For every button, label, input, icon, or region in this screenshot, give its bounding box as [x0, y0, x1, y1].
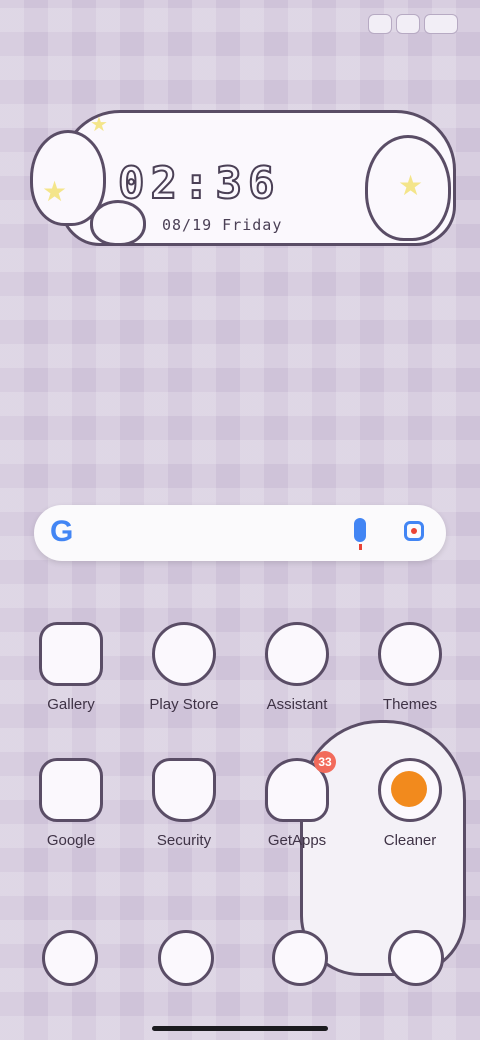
play-store-icon [152, 622, 216, 686]
clock-widget[interactable]: ★ ★ ★ 02:36 08/19 Friday [20, 80, 460, 250]
app-gallery[interactable]: Gallery [16, 622, 126, 713]
shield-lightning-icon [152, 758, 216, 822]
dock [30, 922, 450, 992]
mushroom-icon: 33 [265, 751, 336, 822]
app-label: Play Store [149, 696, 219, 713]
app-label: GetApps [267, 832, 327, 849]
google-lens-icon[interactable] [404, 521, 424, 541]
bunny-sticker-icon [368, 14, 392, 34]
app-label: Security [156, 832, 212, 849]
camera-bunny-icon[interactable] [388, 930, 444, 986]
status-bar-icons [368, 14, 458, 34]
chrome-icon[interactable] [272, 930, 328, 986]
sleeping-bunny-icon [424, 14, 458, 34]
app-getapps[interactable]: 33 GetApps [242, 751, 352, 849]
app-google-folder[interactable]: Google [16, 758, 126, 849]
app-label: Cleaner [383, 832, 437, 849]
star-icon: ★ [90, 114, 108, 136]
app-cleaner[interactable]: Cleaner [355, 758, 465, 849]
star-icon: ★ [42, 176, 68, 207]
star-icon: ★ [398, 170, 424, 201]
clock-time: 02:36 [117, 157, 281, 210]
assistant-icon [265, 622, 329, 686]
microphone-icon[interactable] [354, 518, 366, 550]
app-label: Assistant [266, 696, 328, 713]
google-folder-icon [39, 758, 103, 822]
google-logo-icon: G [50, 515, 74, 548]
app-assistant[interactable]: Assistant [242, 622, 352, 713]
app-label: Gallery [47, 696, 95, 713]
cleaner-orange-circle [391, 771, 427, 807]
palette-icon [378, 622, 442, 686]
app-label: Google [46, 832, 96, 849]
clock-date: 08/19 Friday [162, 216, 283, 234]
app-security[interactable]: Security [129, 758, 239, 849]
carrot-bunny-icon [396, 14, 420, 34]
gesture-navigation-handle[interactable] [152, 1026, 328, 1031]
app-themes[interactable]: Themes [355, 622, 465, 713]
gallery-bunny-icon [39, 622, 103, 686]
app-play-store[interactable]: Play Store [129, 622, 239, 713]
phone-moon-icon[interactable] [42, 930, 98, 986]
google-search-bar[interactable]: G [34, 505, 446, 561]
app-label: Themes [382, 696, 438, 713]
notification-badge: 33 [314, 751, 336, 773]
heart-message-icon[interactable] [158, 930, 214, 986]
broom-icon [378, 758, 442, 822]
